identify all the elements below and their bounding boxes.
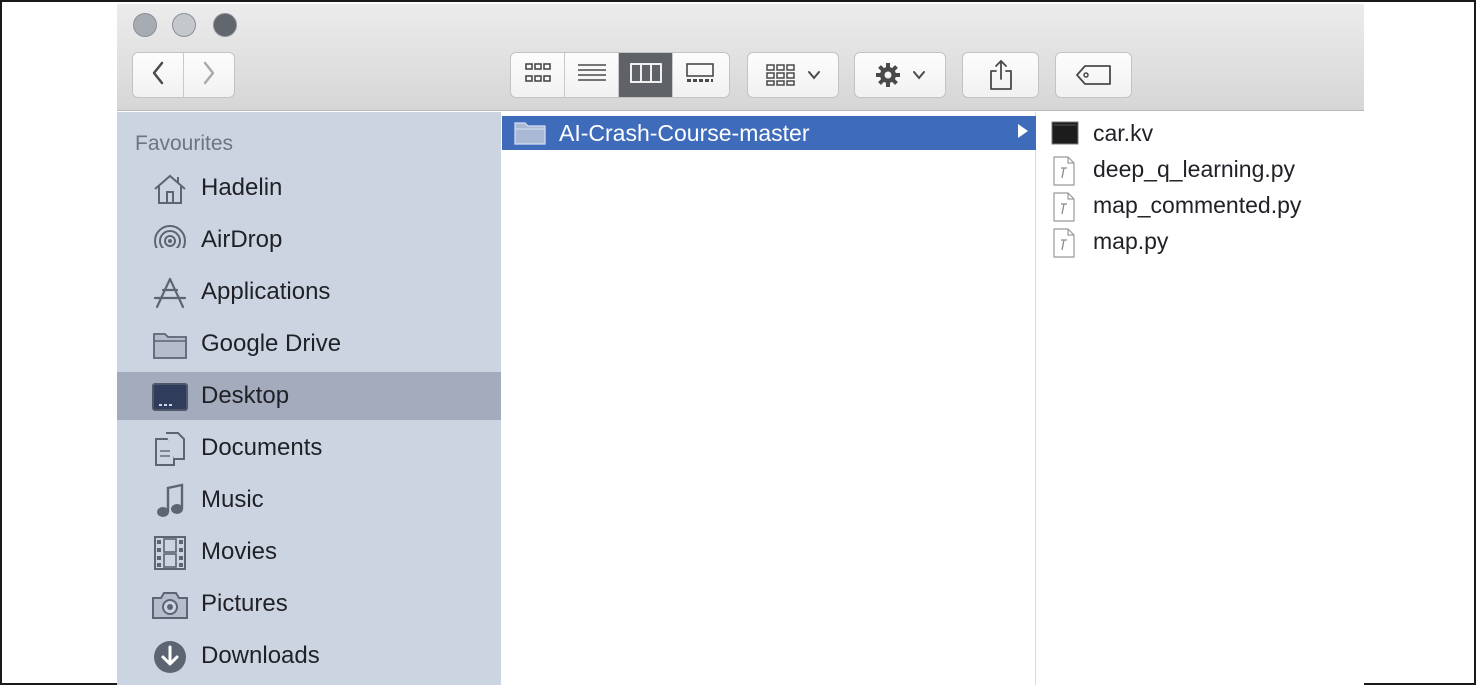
finder-window: Favourites Hadelin AirDrop Applications <box>117 4 1364 685</box>
applications-icon <box>151 276 189 310</box>
sidebar-item-movies[interactable]: Movies <box>117 528 501 576</box>
tag-button[interactable] <box>1055 52 1132 98</box>
file-row-map-commented[interactable]: map_commented.py <box>1037 188 1364 224</box>
airdrop-icon <box>151 224 189 258</box>
sidebar-item-documents[interactable]: Documents <box>117 424 501 472</box>
sidebar-item-downloads[interactable]: Downloads <box>117 632 501 680</box>
sidebar-item-desktop[interactable]: Desktop <box>117 372 501 420</box>
music-icon <box>151 483 189 518</box>
minimize-window-button[interactable] <box>172 13 196 37</box>
folder-row-selected[interactable]: AI-Crash-Course-master <box>502 116 1036 150</box>
column-2: car.kv deep_q_learning.py map_commented.… <box>1037 112 1364 685</box>
sidebar-item-airdrop[interactable]: AirDrop <box>117 216 501 264</box>
navigation-buttons <box>132 52 235 98</box>
folder-name: AI-Crash-Course-master <box>559 120 810 146</box>
sidebar-item-label: Music <box>201 486 264 513</box>
screenshot-frame: Favourites Hadelin AirDrop Applications <box>0 0 1476 685</box>
chevron-down-icon <box>912 70 926 80</box>
folder-icon <box>151 328 189 362</box>
python-file-icon <box>1051 192 1077 227</box>
chevron-right-icon <box>202 61 216 90</box>
icon-view-button[interactable] <box>511 53 565 97</box>
movies-icon <box>151 536 189 570</box>
sidebar-item-label: Applications <box>201 278 331 305</box>
close-window-button[interactable] <box>133 13 157 37</box>
view-mode-selector <box>510 52 730 98</box>
toolbar <box>117 4 1364 111</box>
share-icon <box>988 59 1014 91</box>
sidebar-item-label: Movies <box>201 538 278 565</box>
gear-icon <box>874 61 902 89</box>
list-view-icon <box>577 62 607 89</box>
sidebar-item-label: Desktop <box>201 382 290 409</box>
share-button[interactable] <box>962 52 1039 98</box>
python-file-icon <box>1051 228 1077 263</box>
desktop-icon <box>151 380 189 414</box>
sidebar-item-music[interactable]: Music <box>117 476 501 524</box>
home-icon <box>151 172 189 206</box>
documents-icon <box>151 432 189 466</box>
file-name: map.py <box>1093 228 1169 254</box>
file-name: deep_q_learning.py <box>1093 156 1296 182</box>
column-view-icon <box>629 62 662 89</box>
arrange-grid-icon <box>765 63 797 87</box>
sidebar-item-pictures[interactable]: Pictures <box>117 580 501 628</box>
icon-view-icon <box>524 62 552 89</box>
sidebar: Favourites Hadelin AirDrop Applications <box>117 112 501 685</box>
download-icon <box>151 640 189 674</box>
sidebar-item-applications[interactable]: Applications <box>117 268 501 316</box>
sidebar-item-label: Downloads <box>201 642 320 669</box>
list-view-button[interactable] <box>565 53 619 97</box>
chevron-down-icon <box>807 70 821 80</box>
sidebar-item-hadelin[interactable]: Hadelin <box>117 164 501 212</box>
sidebar-item-label: Pictures <box>201 590 288 617</box>
python-file-icon <box>1051 156 1077 191</box>
arrange-button[interactable] <box>747 52 839 98</box>
sidebar-item-label: Documents <box>201 434 323 461</box>
gallery-view-button[interactable] <box>673 53 727 97</box>
sidebar-item-label: Hadelin <box>201 174 283 201</box>
column-1: AI-Crash-Course-master <box>502 112 1036 685</box>
file-name: car.kv <box>1093 120 1154 146</box>
gallery-view-icon <box>685 62 715 89</box>
sidebar-section-title: Favourites <box>135 132 234 155</box>
file-row-map[interactable]: map.py <box>1037 224 1364 260</box>
folder-icon <box>514 121 546 150</box>
zoom-window-button[interactable] <box>213 13 237 37</box>
file-row-car-kv[interactable]: car.kv <box>1037 116 1364 152</box>
column-view-button[interactable] <box>619 53 673 97</box>
sidebar-item-label: AirDrop <box>201 226 283 253</box>
disclosure-arrow-icon <box>1018 124 1028 138</box>
file-name: map_commented.py <box>1093 192 1302 218</box>
sidebar-item-label: Google Drive <box>201 330 342 357</box>
sidebar-item-google-drive[interactable]: Google Drive <box>117 320 501 368</box>
action-menu-button[interactable] <box>854 52 946 98</box>
file-row-deep-q-learning[interactable]: deep_q_learning.py <box>1037 152 1364 188</box>
kv-file-icon <box>1051 120 1079 153</box>
tag-icon <box>1075 64 1113 86</box>
forward-button[interactable] <box>184 53 235 97</box>
camera-icon <box>151 588 189 622</box>
chevron-left-icon <box>151 61 165 90</box>
back-button[interactable] <box>133 53 184 97</box>
